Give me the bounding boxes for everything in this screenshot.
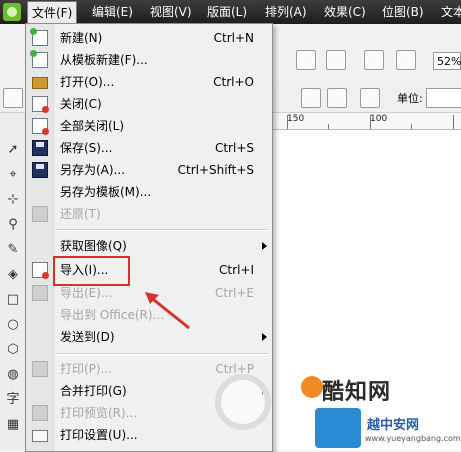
ruler-tick <box>453 115 454 129</box>
close-all-icon <box>32 118 49 135</box>
menu-bar: 文件(F) 编辑(E) 视图(V) 版面(L) 排列(A) 效果(C) 位图(B… <box>0 0 461 25</box>
text-tool-icon[interactable]: 字 <box>4 391 22 409</box>
menu-item-label: 另存为模板(M)... <box>60 185 152 199</box>
ruler-tick <box>370 115 371 129</box>
menu-item-label: 发送到(D) <box>60 330 115 344</box>
menu-item-shortcut: Ctrl+E <box>215 286 254 300</box>
menu-item-shortcut: Ctrl+I <box>219 263 254 277</box>
crop-tool-icon[interactable]: ⊹ <box>4 191 22 209</box>
zoom-tool-icon[interactable]: ⚲ <box>4 216 22 234</box>
new-doc-icon <box>30 28 48 46</box>
pick-tool-icon[interactable]: ➚ <box>4 141 22 159</box>
menu-item-label: 关闭(C) <box>60 97 102 111</box>
ruler-tick <box>328 124 329 129</box>
print-preview-icon <box>32 405 48 421</box>
app-launcher-icon[interactable] <box>364 50 384 70</box>
save-icon <box>32 140 48 156</box>
menu-item-open[interactable]: 打开(O)... Ctrl+O <box>26 71 272 93</box>
menu-separator <box>56 353 268 355</box>
menu-item-new-from-template[interactable]: 从模板新建(F)... <box>26 49 272 71</box>
menu-item-label: 打印设置(U)... <box>60 428 138 442</box>
save-as-icon <box>32 162 48 178</box>
menu-item-label: 另存为(A)... <box>60 163 126 177</box>
menu-item-label: 合并打印(G) <box>60 384 127 398</box>
watermark-logo-icon <box>215 374 271 430</box>
menu-item-shortcut: Ctrl+O <box>213 75 254 89</box>
menu-item-label: 打印预览(R)... <box>60 406 138 420</box>
menu-file[interactable]: 文件(F) <box>27 1 78 25</box>
new-from-template-icon <box>30 50 48 68</box>
print-setup-icon <box>32 430 48 442</box>
ruler-tick <box>287 115 288 129</box>
rectangle-tool-icon[interactable]: □ <box>4 291 22 309</box>
all-pages-icon[interactable] <box>360 88 380 108</box>
basic-shapes-icon[interactable]: ◍ <box>4 366 22 384</box>
menu-view[interactable]: 视图(V) <box>146 0 196 24</box>
ruler-label: 150 <box>287 114 305 124</box>
menu-item-label: 保存(S)... <box>60 141 113 155</box>
menu-item-label: 还原(T) <box>60 207 101 221</box>
shape-tool-icon[interactable]: ⌖ <box>4 166 22 184</box>
menu-bitmaps[interactable]: 位图(B) <box>378 0 428 24</box>
unit-select[interactable] <box>426 88 461 108</box>
watermark-tile-icon <box>315 408 361 448</box>
import-icon <box>32 262 49 279</box>
freehand-tool-icon[interactable]: ✎ <box>4 241 22 259</box>
ruler-tick <box>411 124 412 129</box>
menu-item-acquire-image[interactable]: 获取图像(Q) <box>26 235 272 257</box>
menu-item-save-as-template[interactable]: 另存为模板(M)... <box>26 181 272 203</box>
print-icon <box>32 361 48 377</box>
menu-item-new[interactable]: 新建(N) Ctrl+N <box>26 27 272 49</box>
smart-fill-icon[interactable]: ◈ <box>4 266 22 284</box>
watermark-bubble-icon <box>301 376 323 398</box>
ruler-label: 100 <box>370 114 388 124</box>
menu-text[interactable]: 文本 <box>437 0 461 24</box>
menu-item-save-as[interactable]: 另存为(A)... Ctrl+Shift+S <box>26 159 272 181</box>
menu-item-label: 打开(O)... <box>60 75 115 89</box>
toolbox: ➚ ⌖ ⊹ ⚲ ✎ ◈ □ ○ ⬡ ◍ 字 ▦ <box>0 113 27 450</box>
close-doc-icon <box>32 96 49 113</box>
ellipse-tool-icon[interactable]: ○ <box>4 316 22 334</box>
menu-item-save[interactable]: 保存(S)... Ctrl+S <box>26 137 272 159</box>
menu-item-label: 获取图像(Q) <box>60 239 127 253</box>
paper-type-icon[interactable] <box>3 88 23 108</box>
menu-item-revert: 还原(T) <box>26 203 272 225</box>
unit-label: 单位: <box>397 92 423 105</box>
menu-item-label: 从模板新建(F)... <box>60 53 148 67</box>
highlight-box <box>53 256 130 286</box>
menu-item-close-all[interactable]: 全部关闭(L) <box>26 115 272 137</box>
landscape-icon[interactable] <box>327 88 347 108</box>
welcome-screen-icon[interactable] <box>396 50 416 70</box>
table-tool-icon[interactable]: ▦ <box>4 416 22 434</box>
annotation-arrow-icon <box>145 292 190 330</box>
menu-effects[interactable]: 效果(C) <box>320 0 370 24</box>
export-toolbar-icon[interactable] <box>326 50 346 70</box>
menu-item-shortcut: Ctrl+Shift+S <box>177 163 254 177</box>
watermark: 酷知网 越中安网 www.yueyangbang.com <box>215 370 461 450</box>
portrait-icon[interactable] <box>301 88 321 108</box>
submenu-arrow-icon <box>262 242 267 250</box>
submenu-arrow-icon <box>262 333 267 341</box>
import-toolbar-icon[interactable] <box>296 50 316 70</box>
export-icon <box>32 285 48 301</box>
zoom-level-field[interactable]: 52% <box>433 52 461 70</box>
menu-item-label: 新建(N) <box>60 31 103 45</box>
menu-separator <box>56 229 268 231</box>
menu-item-shortcut: Ctrl+S <box>214 141 254 155</box>
revert-icon <box>32 206 48 222</box>
menu-edit[interactable]: 编辑(E) <box>88 0 137 24</box>
menu-item-label: 打印(P)... <box>60 362 113 376</box>
folder-open-icon <box>32 77 48 89</box>
menu-item-shortcut: Ctrl+N <box>213 31 254 45</box>
watermark-title: 酷知网 <box>322 380 392 405</box>
menu-item-label: 全部关闭(L) <box>60 119 125 133</box>
app-logo-icon <box>3 3 21 21</box>
polygon-tool-icon[interactable]: ⬡ <box>4 341 22 359</box>
watermark-subtitle: 越中安网 <box>367 418 420 433</box>
menu-item-close[interactable]: 关闭(C) <box>26 93 272 115</box>
menu-arrange[interactable]: 排列(A) <box>261 0 311 24</box>
watermark-url: www.yueyangbang.com <box>365 434 461 443</box>
menu-layout[interactable]: 版面(L) <box>203 0 251 24</box>
horizontal-ruler: 150 100 <box>270 113 461 130</box>
